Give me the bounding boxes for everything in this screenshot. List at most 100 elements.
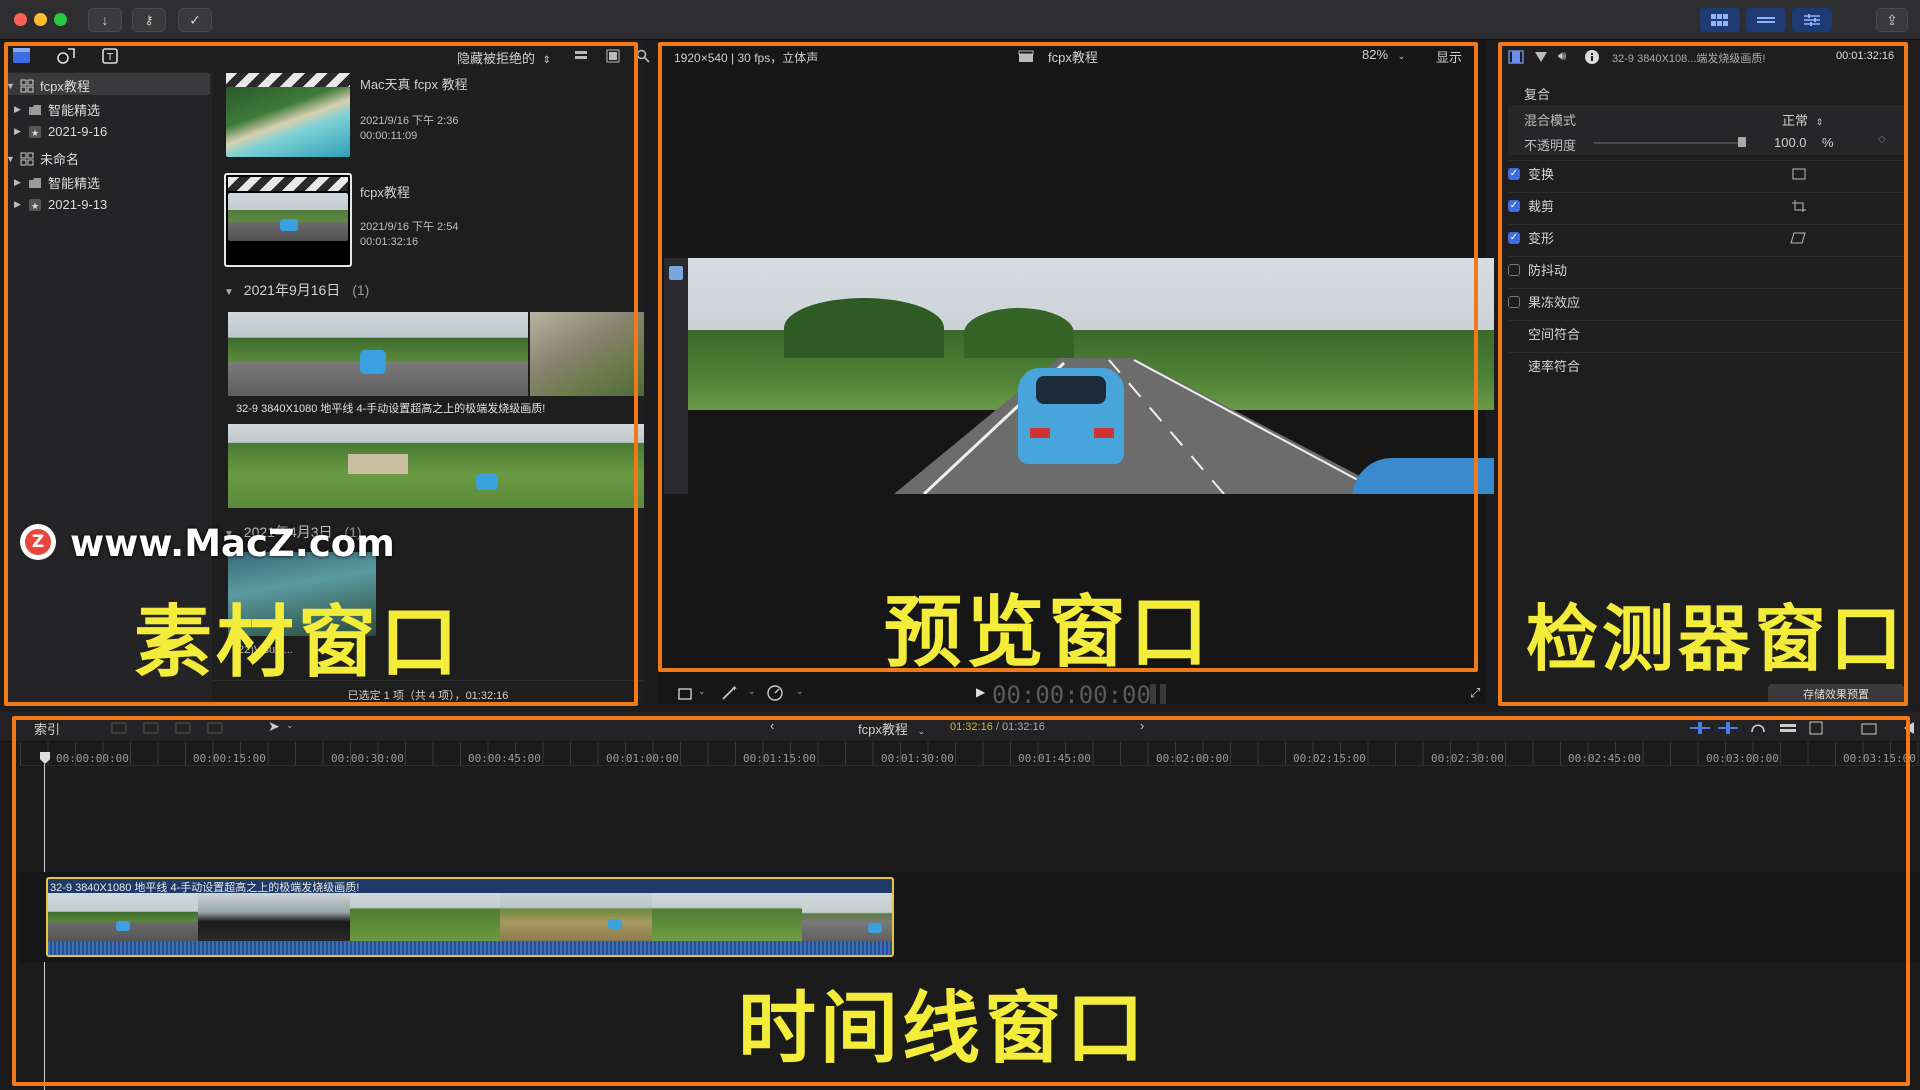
photos-audio-icon[interactable]: [56, 46, 76, 66]
library-item-fcpx[interactable]: ▼ fcpx教程: [6, 76, 90, 95]
transform-checkbox[interactable]: ✓: [1508, 167, 1520, 180]
share-button[interactable]: ⇪: [1876, 8, 1908, 32]
timeline-right-controls: [1690, 721, 1914, 735]
import-button[interactable]: ↓: [88, 8, 122, 32]
chevron-down-icon: ⌄: [1397, 51, 1406, 61]
chevron-down-icon[interactable]: ⌄: [796, 686, 804, 697]
distort-checkbox[interactable]: ✓: [1508, 231, 1520, 244]
distort-icon[interactable]: [1790, 232, 1806, 244]
magic-wand-icon[interactable]: ✦: [720, 684, 738, 702]
transform-row[interactable]: ✓ 变换: [1508, 160, 1908, 186]
spatial-conform-label: 空间符合: [1528, 327, 1581, 342]
audio-meter-left: [1150, 684, 1156, 704]
keyframe-icon[interactable]: ◇: [1878, 134, 1886, 145]
viewer-video-frame[interactable]: [664, 258, 1494, 494]
speed-gauge-icon[interactable]: [766, 684, 784, 702]
rolling-shutter-row[interactable]: 果冻效应: [1508, 288, 1908, 314]
select-tool-icon[interactable]: ➤: [268, 718, 280, 735]
audio-inspector-icon[interactable]: 🔊︎: [1558, 48, 1566, 64]
save-preset-button[interactable]: 存储效果预置: [1768, 684, 1904, 704]
project-thumbnail-1[interactable]: [226, 73, 350, 157]
background-tasks-button[interactable]: ✓: [178, 8, 212, 32]
library-item-smart-collections[interactable]: ▶ 智能精选: [14, 100, 100, 119]
display-menu[interactable]: 显示: [1436, 47, 1462, 66]
library-item-event-0913[interactable]: ▶ ★ 2021-9-13: [14, 197, 107, 212]
transform-icon[interactable]: [1792, 168, 1806, 180]
project-name-menu[interactable]: fcpx教程 ⌄: [858, 719, 925, 738]
clip-filmstrip-1[interactable]: [228, 312, 644, 396]
stabilization-checkbox[interactable]: [1508, 263, 1520, 276]
stabilization-row[interactable]: 防抖动: [1508, 256, 1908, 282]
index-button[interactable]: 索引: [34, 719, 60, 738]
library-item-untitled[interactable]: ▼ 未命名: [6, 149, 79, 168]
filter-inspector-icon[interactable]: [1534, 50, 1548, 64]
library-icon: [20, 152, 34, 165]
chevron-down-icon[interactable]: ⌄: [286, 720, 294, 731]
keywords-button[interactable]: ⚷: [132, 8, 166, 32]
play-icon[interactable]: ▶: [976, 685, 985, 699]
timeline-clip[interactable]: 32-9 3840X1080 地平线 4-手动设置超高之上的极端发烧级画质!: [46, 877, 894, 957]
titles-generators-icon[interactable]: T: [100, 46, 120, 66]
ruler-label: 00:02:00:00: [1156, 752, 1229, 765]
search-icon[interactable]: [636, 49, 650, 63]
crop-row[interactable]: ✓ 裁剪: [1508, 192, 1908, 218]
chevron-down-icon[interactable]: ⌄: [748, 686, 756, 697]
opacity-slider[interactable]: [1594, 142, 1746, 144]
opacity-label: 不透明度: [1524, 138, 1577, 153]
ruler-label: 00:02:30:00: [1431, 752, 1504, 765]
project-thumbnail-2[interactable]: [224, 173, 352, 267]
blend-mode-row: 混合模式 正常 ⇕: [1508, 105, 1906, 131]
spatial-conform-row[interactable]: 空间符合: [1508, 320, 1908, 346]
inspector-toggle-button[interactable]: [1792, 8, 1832, 32]
transform-tool-icon[interactable]: [676, 686, 694, 702]
chevron-down-icon[interactable]: ⌄: [698, 686, 706, 697]
zoom-menu[interactable]: 82% ⌄: [1362, 47, 1405, 62]
library-item-event-0916[interactable]: ▶ ★ 2021-9-16: [14, 124, 107, 139]
svg-text:★: ★: [31, 202, 39, 212]
blend-mode-value: 正常: [1782, 113, 1809, 128]
clip-audio-waveform: [48, 941, 892, 955]
viewer-side-strip: [664, 258, 688, 494]
viewer-annotation-label: 预览窗口: [884, 588, 1213, 678]
event-label: 2021-9-16: [48, 124, 108, 139]
crop-icon[interactable]: [1792, 200, 1806, 212]
timeline-toggle-button[interactable]: [1746, 8, 1786, 32]
zoom-value: 82%: [1362, 47, 1389, 62]
info-inspector-icon[interactable]: [1584, 49, 1600, 65]
fullscreen-icon[interactable]: ⤢: [1470, 685, 1480, 701]
event-group-header-1[interactable]: ▼ 2021年9月16日 (1): [224, 280, 369, 300]
ruler-label: 00:02:15:00: [1293, 752, 1366, 765]
minimize-window-button[interactable]: [34, 13, 47, 26]
ruler-label: 00:01:45:00: [1018, 752, 1091, 765]
libraries-icon[interactable]: [12, 47, 32, 65]
inspector-view-icon: [1804, 14, 1820, 26]
opacity-value[interactable]: 100.0: [1774, 135, 1807, 150]
viewer-project-title: fcpx教程: [1048, 50, 1098, 65]
checkmark-circle-icon: ✓: [189, 11, 201, 28]
browser-toggle-button[interactable]: [1700, 8, 1740, 32]
zoom-window-button[interactable]: [54, 13, 67, 26]
rate-conform-row[interactable]: 速率符合: [1508, 352, 1908, 378]
forward-arrow-icon[interactable]: ›: [1140, 718, 1144, 733]
video-inspector-icon[interactable]: [1508, 50, 1524, 64]
back-arrow-icon[interactable]: ‹: [770, 718, 774, 733]
viewer-format-info: 1920×540 | 30 fps，立体声: [674, 51, 819, 65]
clip-filmstrip-2[interactable]: [228, 424, 644, 508]
group-count: (1): [352, 282, 370, 298]
rolling-shutter-checkbox[interactable]: [1508, 295, 1520, 308]
library-item-smart-collections-2[interactable]: ▶ 智能精选: [14, 173, 100, 192]
opacity-slider-handle[interactable]: [1738, 137, 1746, 147]
group-date: 2021年9月16日: [243, 282, 341, 298]
hide-rejected-filter[interactable]: 隐藏被拒绝的 ⇕: [457, 48, 551, 67]
filter-label: 隐藏被拒绝的: [457, 51, 536, 66]
distort-row[interactable]: ✓ 变形: [1508, 224, 1908, 250]
svg-text:✦: ✦: [731, 684, 738, 693]
crop-checkbox[interactable]: ✓: [1508, 199, 1520, 212]
blend-mode-select[interactable]: 正常 ⇕: [1782, 110, 1823, 129]
edit-buttons-icon[interactable]: [110, 720, 230, 736]
clip-appearance-icon[interactable]: [574, 49, 588, 63]
close-window-button[interactable]: [14, 13, 27, 26]
event-label: 2021-9-13: [48, 197, 108, 212]
filmstrip-view-icon[interactable]: [606, 49, 620, 63]
svg-text:★: ★: [31, 129, 39, 139]
